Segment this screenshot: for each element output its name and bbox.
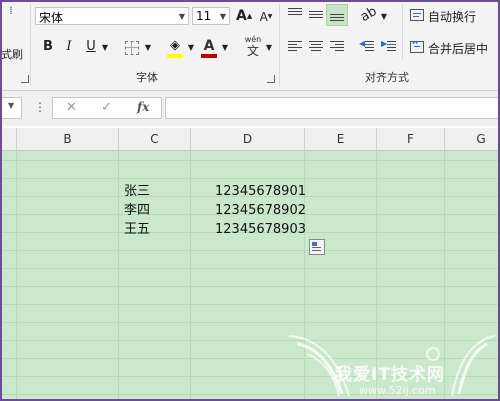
grow-font-button[interactable]: A▲ xyxy=(236,7,252,25)
bold-button[interactable]: B xyxy=(41,38,55,56)
chevron-down-icon[interactable]: ▼ xyxy=(218,11,228,22)
formula-buttons: ✕ ✓ fx xyxy=(52,97,162,119)
cell-c-name[interactable]: 王五 xyxy=(124,221,150,239)
merge-center-icon: ↔ xyxy=(410,39,424,53)
paste-options-icon[interactable] xyxy=(309,239,325,255)
align-right-icon[interactable] xyxy=(330,41,344,53)
ribbon: ⁞ 式刷 宋体 ▼ 11 ▼ A▲ A▼ B I U ▼ ▼ ◈ ▼ A ▼ w… xyxy=(2,2,498,91)
watermark: 我爱IT技术网 www.52ij.com xyxy=(287,324,497,399)
watermark-title: 我爱IT技术网 xyxy=(335,365,445,385)
formula-input[interactable] xyxy=(165,97,498,119)
increase-indent-icon[interactable]: ▶ xyxy=(381,39,396,53)
align-center-icon[interactable] xyxy=(309,41,323,53)
underline-button[interactable]: U xyxy=(84,38,98,56)
column-header-b[interactable]: B xyxy=(17,128,119,150)
italic-button[interactable]: I xyxy=(62,38,76,56)
formula-bar-more-icon[interactable]: ⋮ xyxy=(34,100,46,114)
align-bottom-button[interactable] xyxy=(326,4,348,26)
font-name-select[interactable]: 宋体 ▼ xyxy=(35,7,189,25)
phonetic-guide-button[interactable]: wén 文 xyxy=(242,35,264,59)
shrink-font-label: A xyxy=(259,10,268,24)
cell-d-phone[interactable]: 12345678901 xyxy=(215,183,306,201)
grow-font-label: A xyxy=(236,8,247,24)
font-color-swatch xyxy=(201,54,217,58)
fill-color-swatch xyxy=(167,54,183,58)
borders-icon[interactable] xyxy=(125,41,139,55)
format-painter-button[interactable]: 式刷 xyxy=(2,46,24,64)
column-header-e[interactable]: E xyxy=(305,128,377,150)
align-bottom-icon xyxy=(330,9,344,21)
font-color-dropdown-icon[interactable]: ▼ xyxy=(220,39,230,57)
wrap-text-icon xyxy=(410,9,424,21)
align-left-icon[interactable] xyxy=(288,41,302,53)
column-header-g[interactable]: G xyxy=(445,128,498,150)
cancel-icon[interactable]: ✕ xyxy=(66,100,77,115)
cell-d-phone[interactable]: 12345678902 xyxy=(215,202,306,220)
wrap-text-button[interactable]: 自动换行 xyxy=(410,6,498,26)
font-name-value: 宋体 xyxy=(39,11,64,25)
align-middle-icon[interactable] xyxy=(309,8,323,20)
fill-color-dropdown-icon[interactable]: ▼ xyxy=(186,39,196,57)
name-box-dropdown-icon[interactable]: ▼ xyxy=(8,101,14,110)
cell-d-phone[interactable]: 12345678903 xyxy=(215,221,306,239)
wrap-text-label: 自动换行 xyxy=(428,10,477,24)
cell-c-name[interactable]: 李四 xyxy=(124,202,150,220)
alignment-group-label: 对齐方式 xyxy=(365,71,409,84)
shrink-font-button[interactable]: A▼ xyxy=(258,8,274,26)
column-header-f[interactable]: F xyxy=(377,128,445,150)
font-size-select[interactable]: 11 ▼ xyxy=(192,7,230,25)
watermark-url: www.52ij.com xyxy=(359,384,436,397)
clipboard-launcher-icon[interactable] xyxy=(21,75,29,83)
format-painter-icon[interactable]: ⁞ xyxy=(4,2,18,20)
align-top-icon[interactable] xyxy=(288,8,302,20)
column-headers: B C D E F G xyxy=(2,128,498,151)
orientation-dropdown-icon[interactable]: ▼ xyxy=(379,8,389,26)
phonetic-dropdown-icon[interactable]: ▼ xyxy=(264,39,274,57)
phonetic-label: wén xyxy=(244,35,262,44)
confirm-icon[interactable]: ✓ xyxy=(101,100,112,115)
borders-dropdown-icon[interactable]: ▼ xyxy=(143,39,153,57)
orientation-icon[interactable]: ab xyxy=(357,3,382,28)
merge-center-button[interactable]: ↔ 合并后居中 xyxy=(410,38,498,58)
decrease-indent-icon[interactable]: ◀ xyxy=(359,39,374,53)
chevron-down-icon[interactable]: ▼ xyxy=(177,11,187,22)
column-header-d[interactable]: D xyxy=(191,128,305,150)
font-launcher-icon[interactable] xyxy=(267,75,275,83)
formula-bar: ▼ ⋮ ✕ ✓ fx xyxy=(2,91,498,126)
fill-color-button[interactable]: ◈ xyxy=(167,37,183,58)
cell-c-name[interactable]: 张三 xyxy=(124,183,150,201)
merge-center-label: 合并后居中 xyxy=(428,42,489,56)
underline-dropdown-icon[interactable]: ▼ xyxy=(100,39,110,57)
column-header-c[interactable]: C xyxy=(119,128,191,150)
font-color-icon: A xyxy=(203,38,215,54)
font-size-value: 11 xyxy=(196,9,212,23)
phonetic-char: 文 xyxy=(246,44,259,58)
insert-function-icon[interactable]: fx xyxy=(137,100,149,114)
excel-window: ⁞ 式刷 宋体 ▼ 11 ▼ A▲ A▼ B I U ▼ ▼ ◈ ▼ A ▼ w… xyxy=(0,0,500,401)
font-group-label: 字体 xyxy=(136,71,158,84)
name-box[interactable]: ▼ xyxy=(2,97,22,119)
column-header-a[interactable] xyxy=(2,128,17,150)
font-color-button[interactable]: A xyxy=(201,37,217,58)
paint-bucket-icon: ◈ xyxy=(170,38,180,53)
